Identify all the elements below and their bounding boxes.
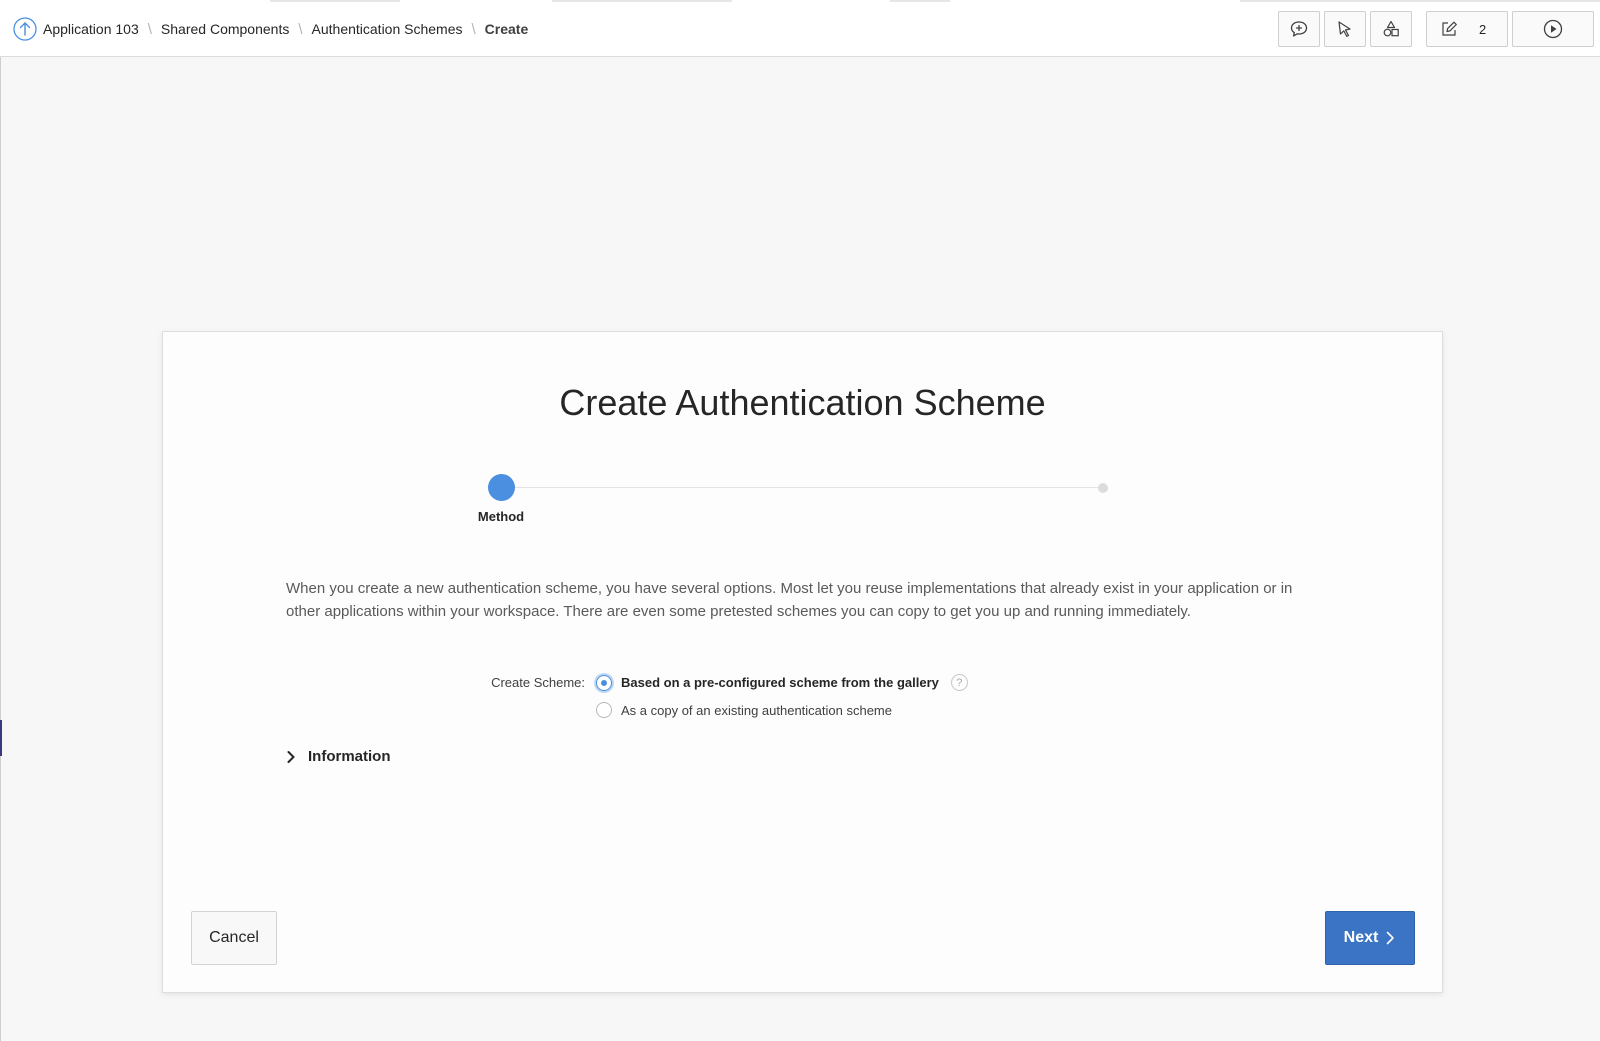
breadcrumb-separator: \ (298, 20, 303, 38)
information-label[interactable]: Information (308, 748, 391, 765)
next-button[interactable]: Next (1325, 911, 1415, 965)
left-edge-marker (0, 720, 2, 756)
wizard-step-final-marker (1098, 483, 1108, 493)
breadcrumb-separator: \ (147, 20, 152, 38)
intro-text: When you create a new authentication sch… (286, 580, 1293, 620)
edit-count: 2 (1479, 21, 1487, 37)
tab-divider (270, 0, 400, 2)
comment-icon (1290, 21, 1308, 37)
wizard-step-method-marker (488, 474, 515, 501)
quick-edit-button[interactable] (1324, 11, 1366, 47)
play-icon (1543, 19, 1563, 39)
tab-divider (1240, 0, 1600, 2)
run-page-button[interactable] (1512, 11, 1594, 47)
left-edge (0, 57, 1, 1041)
comments-button[interactable] (1278, 11, 1320, 47)
edit-icon (1442, 21, 1457, 36)
radio-button[interactable] (596, 702, 612, 718)
help-icon[interactable]: ? (950, 674, 968, 691)
breadcrumb: Application 103 \ Shared Components \ Au… (13, 17, 528, 41)
radio-button-checked[interactable] (596, 674, 612, 691)
dialog-title: Create Authentication Scheme (559, 382, 1046, 423)
radio-label-gallery[interactable]: Based on a pre-configured scheme from th… (621, 675, 939, 690)
pointer-icon (1338, 21, 1351, 37)
wizard-dialog: Create Authentication Scheme Method When… (162, 331, 1443, 993)
up-arrow-icon[interactable] (13, 17, 37, 41)
wizard-step-label: Method (477, 509, 525, 524)
top-bar: Application 103 \ Shared Components \ Au… (0, 0, 1600, 57)
chevron-right-icon (1387, 931, 1395, 945)
information-toggle[interactable]: Information (284, 748, 391, 765)
shapes-icon (1383, 20, 1399, 37)
cancel-button[interactable]: Cancel (191, 911, 277, 965)
chevron-right-icon (287, 750, 295, 763)
tab-divider (890, 0, 950, 2)
next-button-label[interactable]: Next (1344, 929, 1379, 947)
breadcrumb-current: Create (484, 21, 529, 37)
radio-option-copy[interactable]: As a copy of an existing authentication … (596, 702, 892, 718)
breadcrumb-authentication-schemes[interactable]: Authentication Schemes (312, 21, 463, 37)
tab-divider (552, 0, 732, 2)
breadcrumb-separator: \ (471, 20, 476, 38)
wizard-progress-track (501, 487, 1103, 488)
shared-components-button[interactable] (1370, 11, 1412, 47)
radio-label-copy[interactable]: As a copy of an existing authentication … (621, 703, 892, 718)
radio-option-gallery[interactable]: Based on a pre-configured scheme from th… (596, 674, 968, 691)
breadcrumb-application[interactable]: Application 103 (43, 21, 139, 37)
breadcrumb-shared-components[interactable]: Shared Components (161, 21, 289, 37)
edit-button[interactable]: 2 (1426, 11, 1508, 47)
create-scheme-label: Create Scheme: (491, 675, 585, 690)
